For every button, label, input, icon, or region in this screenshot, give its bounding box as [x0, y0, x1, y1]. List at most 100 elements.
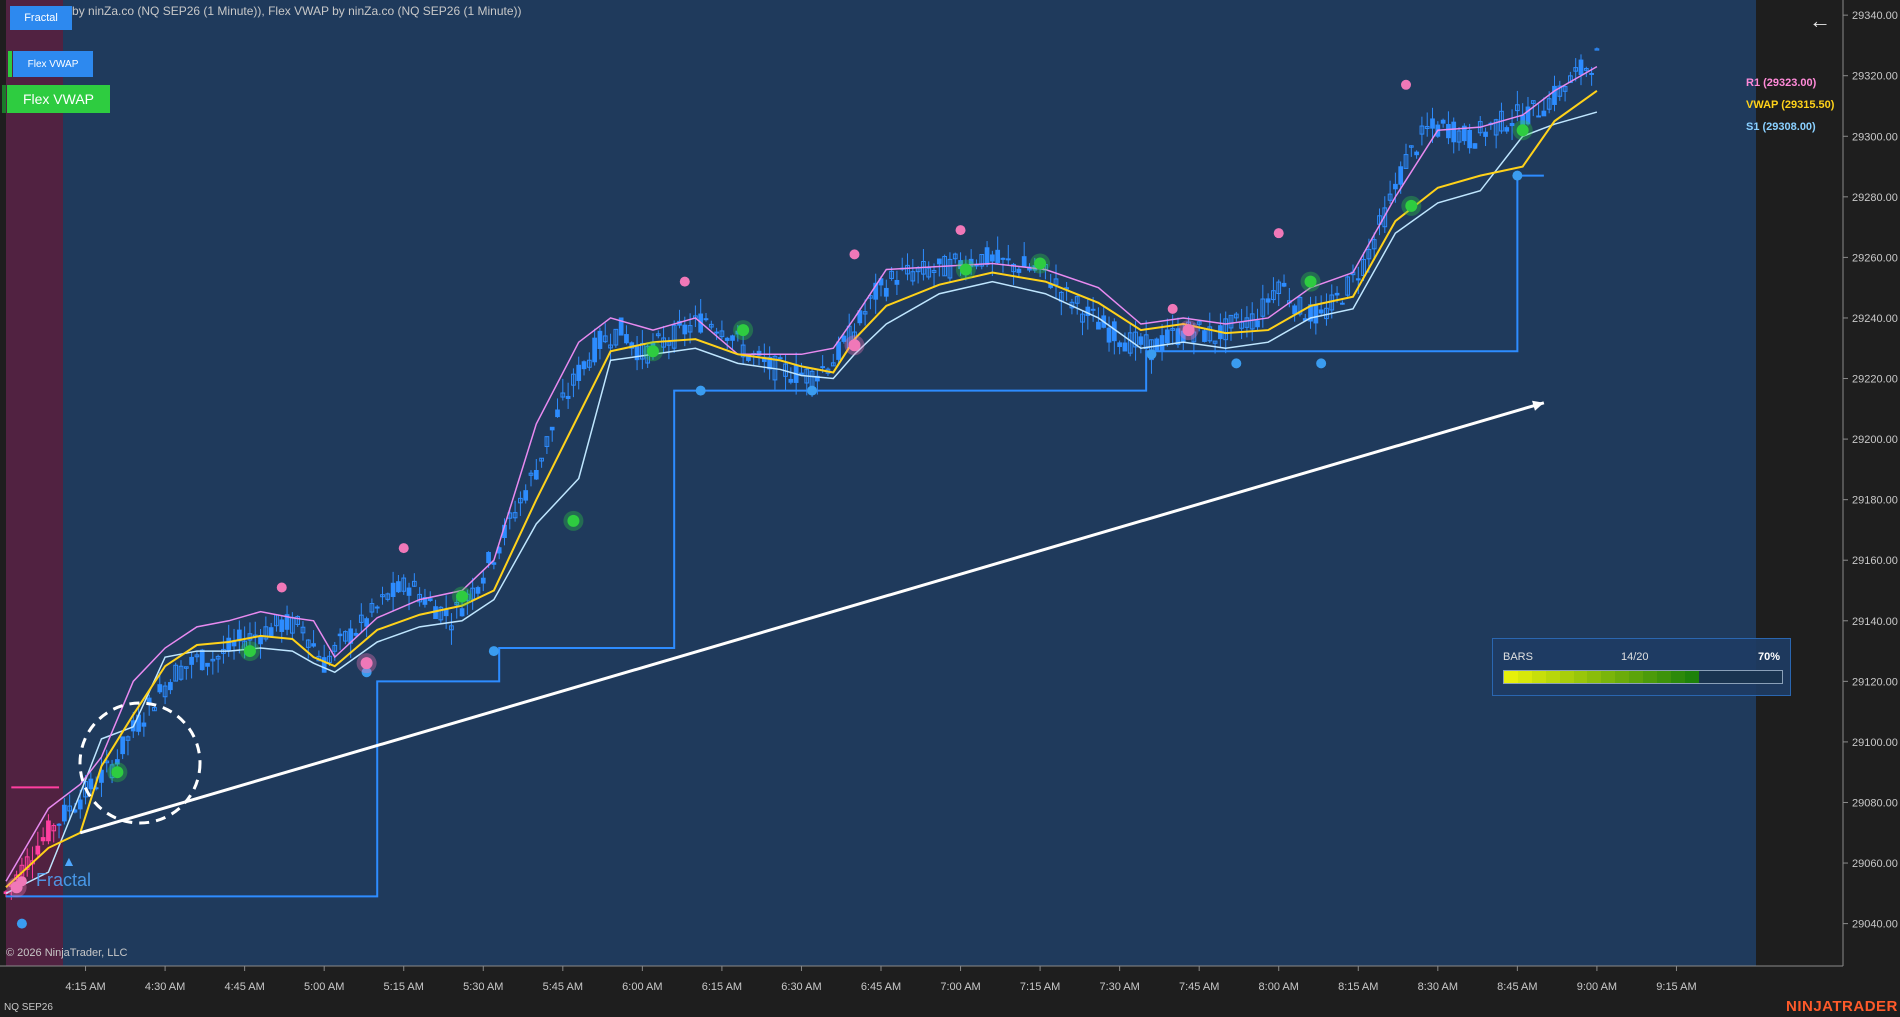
candle-body	[1165, 329, 1170, 344]
price-tick-label: 29240.00	[1852, 313, 1898, 325]
fractal-high-dot	[1401, 79, 1411, 90]
candle-body	[1393, 183, 1398, 190]
progress-segment	[1740, 671, 1754, 683]
candle-body	[1472, 143, 1478, 149]
candle-body	[199, 649, 205, 671]
candle-body	[120, 736, 126, 755]
candle-body	[1334, 292, 1340, 296]
price-chart[interactable]: 29040.00 29060.00 29080.00 29100.00 29120.00…	[0, 0, 1900, 1017]
flex-vwap-toggle-button[interactable]: Flex VWAP	[8, 51, 93, 77]
chart-title: Fractal Pro by ninZa.co (NQ SEP26 (1 Min…	[10, 4, 522, 18]
candle-body	[311, 643, 316, 647]
candle-body	[226, 637, 232, 652]
candle-body	[396, 581, 401, 593]
candle-body	[1281, 282, 1287, 287]
candle-body	[634, 346, 640, 361]
signal-green-dot	[959, 263, 972, 276]
candle-body	[390, 582, 396, 597]
price-axis-panel	[1756, 0, 1900, 966]
progress-segment	[1573, 671, 1588, 683]
candle-body	[1451, 121, 1457, 143]
time-tick-label: 9:00 AM	[1577, 981, 1617, 993]
time-tick-label: 5:00 AM	[304, 981, 344, 993]
price-tick-label: 29260.00	[1852, 252, 1898, 264]
progress-segment	[1629, 671, 1644, 683]
time-tick-label: 8:45 AM	[1497, 981, 1537, 993]
progress-segment	[1656, 671, 1671, 683]
time-tick-label: 7:45 AM	[1179, 981, 1219, 993]
candle-body	[1313, 304, 1319, 324]
fractal-low-dot	[1231, 358, 1242, 369]
arrow-left-icon[interactable]: ←	[1805, 8, 1835, 34]
candle-body	[353, 632, 359, 636]
price-tick-label: 29280.00	[1852, 192, 1898, 204]
chart-background	[6, 0, 1756, 966]
flex-vwap-panel-button[interactable]: Flex VWAP	[2, 85, 110, 113]
price-tick-label: 29080.00	[1852, 797, 1898, 809]
price-tick-label: 29180.00	[1852, 495, 1898, 507]
candle-body	[1430, 118, 1435, 129]
progress-segment	[1699, 671, 1713, 683]
signal-green-dot	[737, 324, 750, 337]
fractal-high-dot	[398, 543, 409, 554]
candle-body	[1340, 302, 1345, 305]
price-tick-label: 29140.00	[1852, 616, 1898, 628]
candle-body	[168, 682, 173, 691]
price-tick-label: 29060.00	[1852, 858, 1898, 870]
progress-segment	[1531, 671, 1546, 683]
candle-body	[836, 341, 841, 360]
bars-title: BARS	[1503, 651, 1533, 663]
signal-green-dot	[243, 645, 256, 658]
candle-body	[777, 357, 783, 360]
candle-body	[1255, 320, 1260, 328]
candle-body	[321, 657, 327, 673]
candle-body	[475, 587, 481, 594]
ninjatrader-logo: NINJATRADER	[1786, 998, 1898, 1015]
candle-body	[820, 366, 826, 369]
time-axis[interactable]: 4:15 AM 4:30 AM 4:45 AM 5:00 AM 5:15 AM 5:30 …	[65, 966, 1697, 993]
time-tick-label: 7:00 AM	[940, 981, 980, 993]
bars-count: 14/20	[1621, 651, 1649, 663]
candle-body	[1509, 122, 1515, 127]
progress-segment	[1670, 671, 1685, 683]
candle-body	[486, 552, 491, 564]
fractal-high-dot	[1273, 228, 1284, 239]
candle-body	[581, 361, 587, 370]
candle-body	[624, 334, 629, 344]
candle-body	[258, 635, 263, 645]
progress-segment	[1601, 671, 1616, 683]
candle-body	[1483, 131, 1488, 137]
candle-body	[1159, 335, 1165, 351]
price-tick-label: 29300.00	[1852, 131, 1898, 143]
progress-segment	[1768, 671, 1782, 683]
candle-body	[1000, 257, 1006, 260]
candle-body	[1016, 268, 1022, 273]
time-tick-label: 4:30 AM	[145, 981, 185, 993]
bars-progress-panel: BARS 14/20 70%	[1492, 638, 1791, 696]
progress-segment	[1517, 671, 1532, 683]
signal-pink-dot	[360, 657, 373, 670]
candle-body	[936, 258, 942, 265]
progress-segment	[1504, 671, 1518, 683]
fractal-low-dot	[16, 918, 27, 929]
progress-segment	[1727, 671, 1741, 683]
time-tick-label: 7:15 AM	[1020, 981, 1060, 993]
candle-body	[714, 331, 719, 334]
candle-body	[576, 364, 582, 381]
flex-vwap-panel-label: Flex VWAP	[22, 91, 95, 107]
candle-body	[1005, 258, 1011, 261]
time-tick-label: 8:00 AM	[1259, 981, 1299, 993]
wedge-marker: ▲	[62, 853, 76, 869]
candle-body	[597, 330, 603, 349]
signal-pink-dot	[10, 881, 23, 894]
price-tick-label: 29100.00	[1852, 737, 1898, 749]
time-tick-label: 5:45 AM	[543, 981, 583, 993]
time-tick-label: 6:15 AM	[702, 981, 742, 993]
signal-green-dot	[456, 590, 469, 603]
candle-body	[1414, 151, 1419, 156]
signal-pink-dot	[1182, 324, 1195, 337]
candle-body	[1265, 298, 1271, 303]
candle-body	[724, 337, 730, 341]
fractal-toggle-button[interactable]: Fractal	[10, 6, 72, 30]
progress-segment	[1559, 671, 1574, 683]
